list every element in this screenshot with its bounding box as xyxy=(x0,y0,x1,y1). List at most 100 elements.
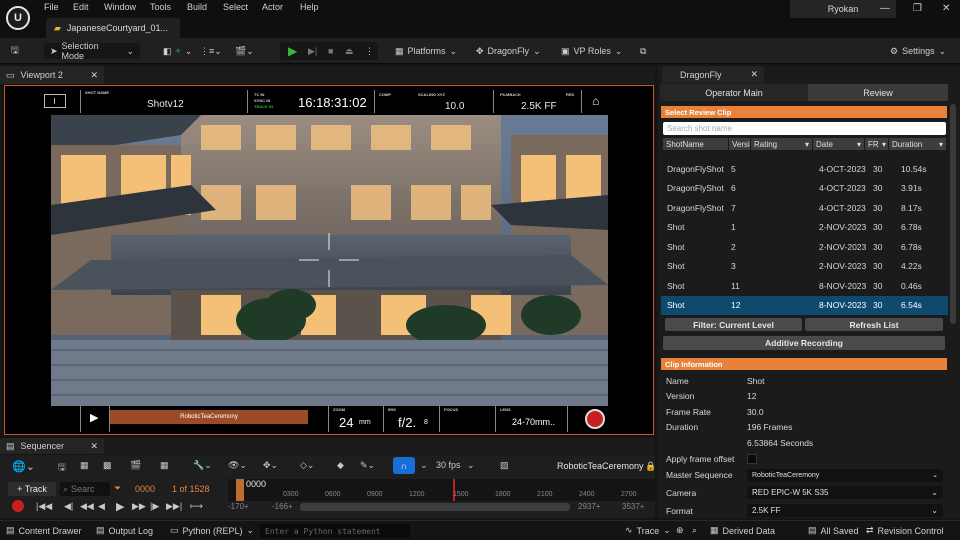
col-date[interactable]: Date ▾ xyxy=(813,138,865,150)
track-search-input[interactable]: ⌕ Searc xyxy=(60,482,110,496)
camera-dropdown[interactable]: RED EPIC-W 5K S35 ⌄ xyxy=(747,486,943,499)
current-frame[interactable]: 0000 xyxy=(135,484,155,494)
menu-build[interactable]: Build xyxy=(187,2,207,12)
world-icon[interactable]: 🌐⌄ xyxy=(12,460,35,473)
master-sequence-dropdown[interactable]: RoboticTeaCeremony ⌄ xyxy=(747,468,943,482)
table-row[interactable]: DragonFlyShot 7 4-OCT-2023 30 8.17s xyxy=(661,198,948,218)
refresh-list-button[interactable]: Refresh List xyxy=(805,318,943,331)
menu-actor[interactable]: Actor xyxy=(262,2,283,12)
add-track-button[interactable]: + Track xyxy=(8,482,56,496)
col-fr[interactable]: FR ▾ xyxy=(865,138,889,150)
range-end[interactable]: 3537+ xyxy=(622,502,644,511)
tab-operator-main[interactable]: Operator Main xyxy=(660,84,808,101)
unreal-logo-icon[interactable]: U xyxy=(6,6,30,30)
reverse-icon[interactable]: ◀ xyxy=(98,501,105,512)
revision-control-button[interactable]: ⇄ Revision Control xyxy=(866,525,944,536)
col-version[interactable]: Versi xyxy=(729,138,751,150)
home-icon[interactable]: ⌂ xyxy=(592,94,599,108)
save-icon[interactable]: 🖫 xyxy=(11,43,19,59)
record-icon[interactable] xyxy=(12,500,24,512)
render-icon[interactable]: ▩ xyxy=(103,460,112,471)
grid-icon[interactable]: ▦ xyxy=(160,460,169,471)
close-tab-icon[interactable]: ✕ xyxy=(90,70,98,81)
filter-current-level-button[interactable]: Filter: Current Level xyxy=(665,318,802,331)
all-saved-button[interactable]: ▤ All Saved xyxy=(808,525,859,536)
prev-frame-icon[interactable]: ◀◀ xyxy=(80,501,94,512)
python-input[interactable]: Enter a Python statement xyxy=(260,524,410,538)
playhead[interactable] xyxy=(236,479,244,501)
loop-icon[interactable]: ⟼ xyxy=(190,501,203,512)
curve-editor-icon[interactable]: ▨ xyxy=(500,460,509,471)
jump-end-icon[interactable]: ▶▶| xyxy=(166,501,182,512)
output-log-button[interactable]: ▤ Output Log xyxy=(96,525,153,536)
close-icon[interactable]: ✕ xyxy=(942,3,950,14)
derived-data-button[interactable]: ▦ Derived Data xyxy=(710,525,775,536)
keyframe-icon[interactable]: ◆ xyxy=(337,460,344,471)
record-button[interactable] xyxy=(585,409,605,429)
tab-review[interactable]: Review xyxy=(808,84,948,101)
selection-mode-dropdown[interactable]: ➤ Selection Mode ⌄ xyxy=(44,41,140,61)
table-row[interactable]: Shot 3 2-NOV-2023 30 4.22s xyxy=(661,257,948,277)
jump-start-icon[interactable]: |◀◀ xyxy=(36,501,52,512)
col-rating[interactable]: Rating ▾ xyxy=(751,138,813,150)
maximize-icon[interactable]: ❐ xyxy=(913,3,922,14)
table-row[interactable]: Shot 2 2-NOV-2023 30 6.78s xyxy=(661,237,948,257)
play-sequence-icon[interactable]: ▶ xyxy=(116,500,124,513)
menu-tools[interactable]: Tools xyxy=(150,2,171,12)
fps-dropdown[interactable]: 30 fps xyxy=(436,460,461,470)
range-start-view[interactable]: -166+ xyxy=(272,502,293,511)
close-tab-icon[interactable]: ✕ xyxy=(750,69,758,80)
additive-recording-button[interactable]: Additive Recording xyxy=(663,336,945,350)
dragonfly-dropdown[interactable]: ✥ DragonFly ⌄ xyxy=(476,43,541,59)
brush-icon[interactable]: ✎⌄ xyxy=(360,460,375,471)
snap-magnet-icon[interactable]: ∩ xyxy=(393,457,415,474)
key-icon[interactable]: ◇⌄ xyxy=(300,460,314,471)
chevron-down-icon[interactable]: ⌄ xyxy=(420,460,428,471)
add-actor-icon[interactable]: ◧ + ⌄ xyxy=(163,43,192,59)
tab-viewport-2[interactable]: ▭ Viewport 2 ✕ xyxy=(0,66,104,84)
document-tab[interactable]: ▰ JapaneseCourtyard_01... xyxy=(46,18,180,38)
eye-icon[interactable]: 👁⌄ xyxy=(228,460,247,471)
format-dropdown[interactable]: 2.5K FF ⌄ xyxy=(747,504,943,517)
chevron-down-icon[interactable]: ⌄ xyxy=(467,460,475,471)
filter-icon[interactable]: ⏷ xyxy=(114,483,121,494)
prev-key-icon[interactable]: ◀| xyxy=(64,501,73,512)
timeline-ruler[interactable]: 0000 0300 0600 0900 1200 1500 1800 2100 … xyxy=(228,479,655,501)
eject-icon[interactable]: ⏏ xyxy=(345,43,354,59)
settings-button[interactable]: ⚙ Settings ⌄ xyxy=(890,43,946,59)
timeline-scrollbar[interactable] xyxy=(300,503,570,511)
shot-search-input[interactable]: Search shot name xyxy=(663,122,946,135)
menu-select[interactable]: Select xyxy=(223,2,248,12)
lock-icon[interactable]: 🔒 xyxy=(645,461,656,472)
range-end-view[interactable]: 2937+ xyxy=(578,502,600,511)
trace-button[interactable]: ∿ Trace ⌄ xyxy=(625,525,671,536)
col-duration[interactable]: Duration ▾ xyxy=(889,138,946,150)
play-options-icon[interactable]: ⋮ xyxy=(365,43,374,59)
stop-icon[interactable]: ■ xyxy=(328,43,333,59)
camera-icon[interactable]: ▦ xyxy=(80,460,89,471)
table-row[interactable]: Shot 11 8-NOV-2023 30 0.46s xyxy=(661,276,948,296)
viewport[interactable]: SHOT NAME Shotv12 TC IN SYNC IN TRACK IN… xyxy=(4,85,654,435)
clapper-icon[interactable]: 🎬 xyxy=(130,460,141,471)
range-start[interactable]: -170+ xyxy=(228,502,249,511)
content-drawer-button[interactable]: ▤ Content Drawer xyxy=(6,525,82,536)
table-row[interactable]: DragonFlyShot 6 4-OCT-2023 30 3.91s xyxy=(661,179,948,199)
close-tab-icon[interactable]: ✕ xyxy=(90,441,98,452)
table-row[interactable]: DragonFlyShot 5 4-OCT-2023 30 10.54s xyxy=(661,159,948,179)
cinematics-icon[interactable]: 🎬⌄ xyxy=(235,43,254,59)
tab-dragonfly[interactable]: DragonFly ✕ xyxy=(662,66,764,83)
next-frame-icon[interactable]: ▶▶ xyxy=(132,501,146,512)
platforms-dropdown[interactable]: ▦ Platforms ⌄ xyxy=(395,43,457,59)
next-key-icon[interactable]: |▶ xyxy=(150,501,159,512)
transform-icon[interactable]: ✥⌄ xyxy=(263,460,278,471)
menu-window[interactable]: Window xyxy=(104,2,136,12)
menu-edit[interactable]: Edit xyxy=(73,2,89,12)
multiuser-icon[interactable]: ⧉ xyxy=(640,43,646,59)
cmd-selector[interactable]: ▭ Python (REPL) ⌄ xyxy=(170,525,254,536)
source-control-icon[interactable]: ⊕ xyxy=(676,525,684,536)
menu-file[interactable]: File xyxy=(44,2,59,12)
save-sequence-icon[interactable]: 🖫 xyxy=(58,460,66,476)
panel-scrollbar[interactable] xyxy=(950,104,956,324)
apply-offset-checkbox[interactable] xyxy=(747,453,757,464)
table-row-selected[interactable]: Shot 12 8-NOV-2023 30 6.54s xyxy=(661,295,948,315)
